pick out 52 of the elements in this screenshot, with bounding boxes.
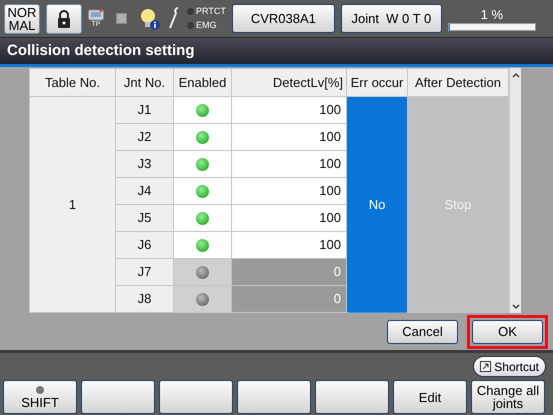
window-title: Collision detection setting [0, 38, 553, 67]
lock-icon [57, 10, 71, 28]
joint-cell: J5 [116, 204, 174, 232]
function-key[interactable] [315, 380, 389, 414]
scrollbar[interactable] [509, 68, 521, 313]
enabled-lamp[interactable] [196, 238, 209, 252]
detect-level-cell[interactable]: 100 [232, 178, 346, 204]
joint-cell: J1 [116, 96, 174, 124]
speed-reading: 1 % [480, 6, 504, 22]
dialog-button[interactable]: OK [467, 315, 548, 349]
joint-cell: J4 [116, 178, 174, 204]
scroll-down-icon [512, 304, 520, 310]
pendant-icon [88, 8, 104, 20]
enabled-lamp[interactable] [196, 184, 209, 198]
err-occur-cell[interactable]: No [346, 96, 408, 312]
detect-level-cell[interactable]: 100 [232, 232, 346, 258]
enabled-lamp[interactable] [196, 266, 209, 278]
wrench-icon [167, 6, 181, 30]
detect-level-cell[interactable]: 100 [232, 96, 346, 124]
lock-button[interactable] [46, 4, 82, 34]
joint-cell: J7 [116, 258, 174, 286]
shortcut-icon [480, 361, 492, 372]
joint-cell: J6 [116, 232, 174, 258]
function-key[interactable] [81, 380, 155, 414]
robot-button[interactable]: CVR038A1 [232, 4, 335, 33]
stop-icon [116, 13, 127, 24]
enabled-lamp[interactable] [196, 212, 209, 224]
indicator-label: PRTCT [196, 4, 226, 18]
detect-level-cell[interactable]: 100 [232, 150, 346, 178]
scroll-up-icon [512, 72, 520, 78]
detect-level-cell[interactable]: 100 [232, 204, 346, 232]
enabled-lamp[interactable] [196, 158, 209, 170]
function-key[interactable] [237, 380, 311, 414]
mode-button[interactable]: NOR MAL [4, 4, 40, 34]
detect-level-cell[interactable]: 100 [232, 124, 346, 150]
joint-cell: J3 [116, 150, 174, 178]
enabled-lamp[interactable] [196, 130, 209, 144]
joint-button[interactable]: Joint W 0 T 0 [340, 4, 442, 33]
function-key[interactable]: Change all joints [471, 380, 545, 414]
function-key[interactable] [159, 380, 233, 414]
column-header: Table No. [30, 68, 116, 96]
function-key[interactable]: SHIFT [3, 380, 77, 414]
joint-cell: J8 [116, 286, 174, 312]
column-header: DetectLv[%] [232, 68, 346, 96]
enabled-lamp[interactable] [196, 292, 209, 306]
function-key[interactable]: Edit [393, 380, 467, 414]
indicator-label: EMG [196, 19, 217, 32]
table-number-cell: 1 [30, 96, 116, 312]
shortcut-button[interactable]: Shortcut [473, 356, 546, 377]
joint-cell: J2 [116, 124, 174, 150]
enabled-lamp[interactable] [196, 104, 209, 116]
lightbulb-info-icon [139, 6, 161, 30]
